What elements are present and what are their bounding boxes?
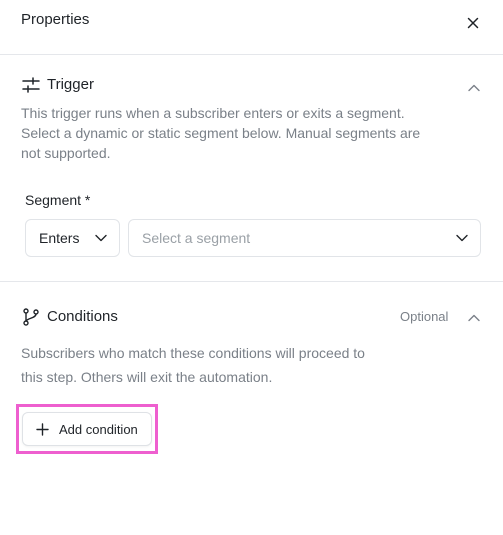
close-button[interactable] <box>463 13 483 33</box>
optional-label: Optional <box>400 309 449 324</box>
chevron-up-icon <box>468 84 480 92</box>
segment-select-placeholder: Select a segment <box>142 230 251 246</box>
trigger-title: Trigger <box>47 76 94 93</box>
chevron-up-icon <box>468 314 480 322</box>
conditions-title: Conditions <box>47 308 118 325</box>
trigger-collapse-button[interactable] <box>464 78 484 98</box>
trigger-section: Trigger This trigger runs when a subscri… <box>0 55 503 282</box>
conditions-collapse-button[interactable] <box>464 308 484 328</box>
segment-label: Segment * <box>25 192 91 208</box>
sliders-icon <box>22 77 40 93</box>
trigger-description-line: This trigger runs when a subscriber ente… <box>21 105 405 121</box>
panel-header: Properties <box>0 0 503 55</box>
conditions-description-line: this step. Others will exit the automati… <box>21 369 273 385</box>
segment-select[interactable]: Select a segment <box>128 219 481 257</box>
event-select-value: Enters <box>39 230 80 246</box>
chevron-down-icon <box>95 234 107 242</box>
close-icon <box>467 17 479 29</box>
chevron-down-icon <box>456 234 468 242</box>
event-select[interactable]: Enters <box>25 219 120 257</box>
add-condition-button[interactable]: Add condition <box>22 412 152 446</box>
add-condition-label: Add condition <box>59 422 138 437</box>
trigger-description-line: Select a dynamic or static segment below… <box>21 125 421 141</box>
conditions-description-line: Subscribers who match these conditions w… <box>21 345 365 361</box>
git-branch-icon <box>23 308 39 326</box>
trigger-description-line: not supported. <box>21 145 111 161</box>
panel-title: Properties <box>21 11 90 28</box>
plus-icon <box>36 423 49 436</box>
